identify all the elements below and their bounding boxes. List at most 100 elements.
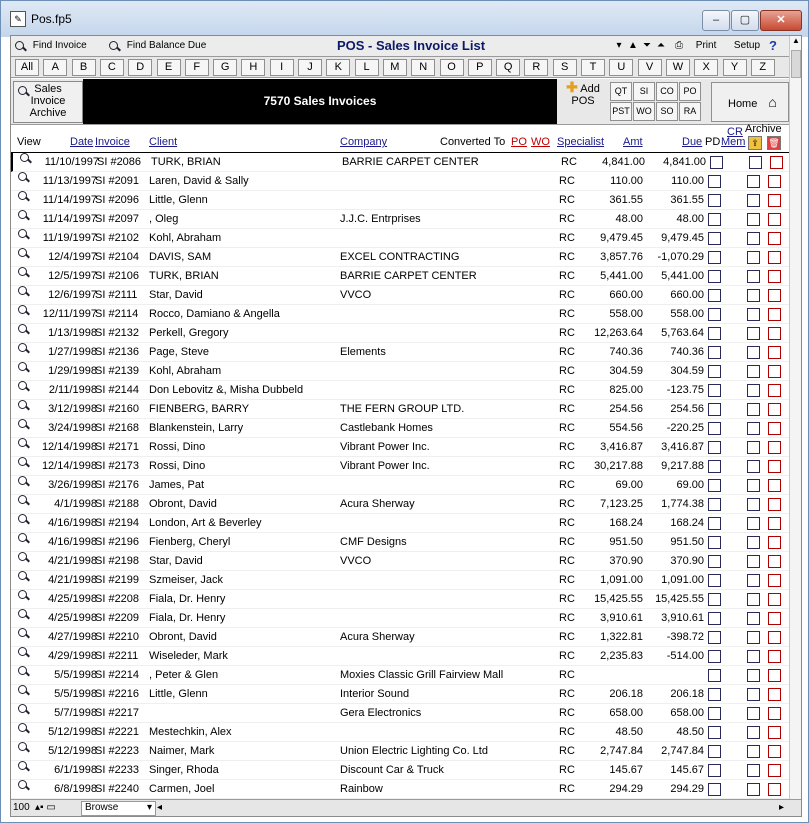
archive-checkbox[interactable] [768,650,781,663]
cr-memo-checkbox[interactable] [747,441,760,454]
paid-checkbox[interactable] [708,593,721,606]
cr-memo-checkbox[interactable] [747,251,760,264]
paid-checkbox[interactable] [708,669,721,682]
archive-checkbox[interactable] [768,270,781,283]
alpha-filter-w[interactable]: W [665,59,690,76]
archive-checkbox[interactable] [768,593,781,606]
cr-memo-checkbox[interactable] [747,612,760,625]
archive-checkbox[interactable] [768,289,781,302]
print-button[interactable]: ⎙ Print [675,37,729,54]
alpha-filter-i[interactable]: I [269,59,294,76]
doc-type-co-button[interactable]: CO [656,82,678,101]
paid-checkbox[interactable] [708,384,721,397]
cr-memo-checkbox[interactable] [747,460,760,473]
maximize-button[interactable]: ▢ [731,10,759,31]
archive-checkbox[interactable] [768,764,781,777]
alpha-filter-j[interactable]: J [298,59,322,76]
cr-memo-checkbox[interactable] [747,669,760,682]
archive-checkbox[interactable] [768,175,781,188]
table-row[interactable]: 11/14/1997 SI #2097 , Oleg J.J.C. Entrprise… [11,210,789,229]
paid-checkbox[interactable] [708,707,721,720]
paid-checkbox[interactable] [708,498,721,511]
table-row[interactable]: 4/21/1998 SI #2198 Star, David VVCO RC 370.90… [11,552,789,571]
paid-checkbox[interactable] [708,403,721,416]
table-row[interactable]: 1/13/1998 SI #2132 Perkell, Gregory RC 12,26… [11,324,789,343]
paid-checkbox[interactable] [708,441,721,454]
cr-memo-checkbox[interactable] [747,688,760,701]
setup-button[interactable]: Setup [731,37,763,54]
table-row[interactable]: 4/21/1998 SI #2199 Szmeiser, Jack RC 1,091.0… [11,571,789,590]
paid-checkbox[interactable] [708,308,721,321]
paid-checkbox[interactable] [708,688,721,701]
archive-checkbox[interactable] [768,346,781,359]
col-wo[interactable]: WO [531,136,550,148]
zoom-level[interactable]: 100 [13,802,30,813]
minimize-button[interactable]: – [702,10,730,31]
table-row[interactable]: 5/5/1998 SI #2214 , Peter & Glen Moxies Cla… [11,666,789,685]
paid-checkbox[interactable] [708,365,721,378]
paid-checkbox[interactable] [708,764,721,777]
table-row[interactable]: 4/16/1998 SI #2194 London, Art & Beverley R… [11,514,789,533]
cr-memo-checkbox[interactable] [747,327,760,340]
archive-checkbox[interactable] [768,536,781,549]
home-button[interactable]: Home ⌂ [711,82,789,122]
col-amt[interactable]: Amt [623,136,643,148]
cr-memo-checkbox[interactable] [747,726,760,739]
paid-checkbox[interactable] [708,479,721,492]
vertical-scrollbar[interactable]: ▲ [789,36,801,799]
paid-checkbox[interactable] [708,460,721,473]
cr-memo-checkbox[interactable] [747,631,760,644]
doc-type-wo-button[interactable]: WO [633,102,655,121]
doc-type-qt-button[interactable]: QT [610,82,632,101]
paid-checkbox[interactable] [708,232,721,245]
table-row[interactable]: 6/8/1998 SI #2240 Carmen, Joel Rainbow RC 294… [11,780,789,799]
archive-checkbox[interactable] [768,422,781,435]
mode-select[interactable]: Browse ▾ [81,801,156,816]
archive-checkbox[interactable] [768,308,781,321]
alpha-filter-d[interactable]: D [128,59,153,76]
find-invoice-button[interactable]: Find Invoice [15,37,103,54]
table-row[interactable]: 2/11/1998 SI #2144 Don Lebovitz &, Misha D… [11,381,789,400]
table-row[interactable]: 4/27/1998 SI #2210 Obront, David Acura Sher… [11,628,789,647]
alpha-filter-s[interactable]: S [552,59,577,76]
archive-checkbox[interactable] [768,251,781,264]
archive-checkbox[interactable] [768,688,781,701]
last-record-icon[interactable]: ⏶ [655,37,667,54]
cr-memo-checkbox[interactable] [747,289,760,302]
trash-icon[interactable]: 🗑 [767,136,781,150]
alpha-filter-all[interactable]: All [15,59,39,76]
alpha-filter-b[interactable]: B [71,59,96,76]
doc-type-ra-button[interactable]: RA [679,102,701,121]
cr-memo-checkbox[interactable] [747,593,760,606]
archive-checkbox[interactable] [768,232,781,245]
archive-checkbox[interactable] [768,365,781,378]
cr-memo-checkbox[interactable] [747,517,760,530]
archive-checkbox[interactable] [768,745,781,758]
col-mem[interactable]: Mem [721,136,745,148]
table-row[interactable]: 4/25/1998 SI #2208 Fiala, Dr. Henry RC 15,42… [11,590,789,609]
paid-checkbox[interactable] [708,536,721,549]
cr-memo-checkbox[interactable] [747,346,760,359]
paid-checkbox[interactable] [708,327,721,340]
cr-memo-checkbox[interactable] [747,308,760,321]
alpha-filter-k[interactable]: K [326,59,351,76]
cr-memo-checkbox[interactable] [747,194,760,207]
alpha-filter-g[interactable]: G [213,59,238,76]
cr-memo-checkbox[interactable] [747,707,760,720]
table-row[interactable]: 11/13/1997 SI #2091 Laren, David & Sally RC… [11,172,789,191]
archive-checkbox[interactable] [768,669,781,682]
archive-checkbox[interactable] [768,479,781,492]
paid-checkbox[interactable] [708,555,721,568]
table-row[interactable]: 5/5/1998 SI #2216 Little, Glenn Interior So… [11,685,789,704]
archive-checkbox[interactable] [768,555,781,568]
alpha-filter-t[interactable]: T [581,59,605,76]
paid-checkbox[interactable] [708,270,721,283]
archive-checkbox[interactable] [770,156,783,169]
alpha-filter-h[interactable]: H [241,59,266,76]
doc-type-po-button[interactable]: PO [679,82,701,101]
alpha-filter-q[interactable]: Q [496,59,521,76]
cr-memo-checkbox[interactable] [747,764,760,777]
paid-checkbox[interactable] [708,631,721,644]
paid-checkbox[interactable] [708,346,721,359]
scroll-up-icon[interactable]: ▲ [790,36,801,48]
